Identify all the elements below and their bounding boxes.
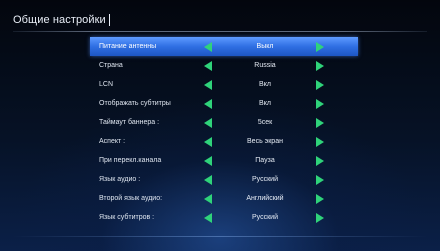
setting-row-subtitle-language[interactable]: Язык субтитров : Русский — [90, 208, 358, 227]
setting-value: 5сек — [257, 119, 273, 126]
arrow-right-icon[interactable] — [316, 41, 324, 52]
arrow-right-icon[interactable] — [316, 155, 324, 166]
settings-screen: Общие настройки Питание антенны Выкл Стр… — [0, 0, 440, 251]
arrow-left-icon[interactable] — [204, 98, 212, 109]
setting-value: Russia — [254, 62, 276, 69]
setting-value: Пауза — [255, 157, 275, 164]
text-cursor — [108, 14, 110, 26]
arrow-left-icon[interactable] — [204, 117, 212, 128]
arrow-left-icon[interactable] — [204, 136, 212, 147]
setting-row-country[interactable]: Страна Russia — [90, 56, 358, 75]
setting-value: Вкл — [259, 81, 271, 88]
arrow-left-icon[interactable] — [204, 193, 212, 204]
arrow-left-icon[interactable] — [204, 41, 212, 52]
title-divider — [13, 31, 427, 32]
arrow-right-icon[interactable] — [316, 212, 324, 223]
arrow-left-icon[interactable] — [204, 174, 212, 185]
setting-label: При перекл.канала — [99, 157, 162, 164]
setting-label: Аспект : — [99, 138, 126, 145]
setting-row-channel-switch[interactable]: При перекл.канала Пауза — [90, 151, 358, 170]
setting-value: Выкл — [256, 43, 274, 50]
page-title: Общие настройки — [13, 14, 106, 26]
setting-row-antenna-power[interactable]: Питание антенны Выкл — [90, 37, 358, 56]
setting-label: Страна — [99, 62, 123, 69]
setting-row-aspect[interactable]: Аспект : Весь экран — [90, 132, 358, 151]
title-bar: Общие настройки — [13, 12, 110, 28]
arrow-right-icon[interactable] — [316, 193, 324, 204]
setting-label: Язык аудио : — [99, 176, 141, 183]
setting-value: Русский — [252, 176, 278, 183]
arrow-left-icon[interactable] — [204, 60, 212, 71]
arrow-left-icon[interactable] — [204, 155, 212, 166]
arrow-right-icon[interactable] — [316, 136, 324, 147]
setting-row-lcn[interactable]: LCN Вкл — [90, 75, 358, 94]
arrow-right-icon[interactable] — [316, 174, 324, 185]
bottom-glow-divider — [13, 236, 427, 237]
setting-label: Второй язык аудио: — [99, 195, 163, 202]
setting-row-subtitles-display[interactable]: Отображать субтитры Вкл — [90, 94, 358, 113]
setting-row-banner-timeout[interactable]: Таймаут баннера : 5сек — [90, 113, 358, 132]
settings-list: Питание антенны Выкл Страна Russia LCN В… — [90, 37, 358, 227]
arrow-right-icon[interactable] — [316, 98, 324, 109]
setting-value: Вкл — [259, 100, 271, 107]
setting-value: Английский — [246, 195, 284, 202]
setting-row-second-audio-language[interactable]: Второй язык аудио: Английский — [90, 189, 358, 208]
setting-label: LCN — [99, 81, 114, 88]
arrow-right-icon[interactable] — [316, 60, 324, 71]
setting-value: Весь экран — [247, 138, 283, 145]
setting-label: Отображать субтитры — [99, 100, 171, 107]
setting-label: Таймаут баннера : — [99, 119, 160, 126]
setting-label: Питание антенны — [99, 43, 157, 50]
arrow-left-icon[interactable] — [204, 79, 212, 90]
arrow-left-icon[interactable] — [204, 212, 212, 223]
setting-row-audio-language[interactable]: Язык аудио : Русский — [90, 170, 358, 189]
setting-label: Язык субтитров : — [99, 214, 155, 221]
arrow-right-icon[interactable] — [316, 117, 324, 128]
setting-value: Русский — [252, 214, 278, 221]
arrow-right-icon[interactable] — [316, 79, 324, 90]
